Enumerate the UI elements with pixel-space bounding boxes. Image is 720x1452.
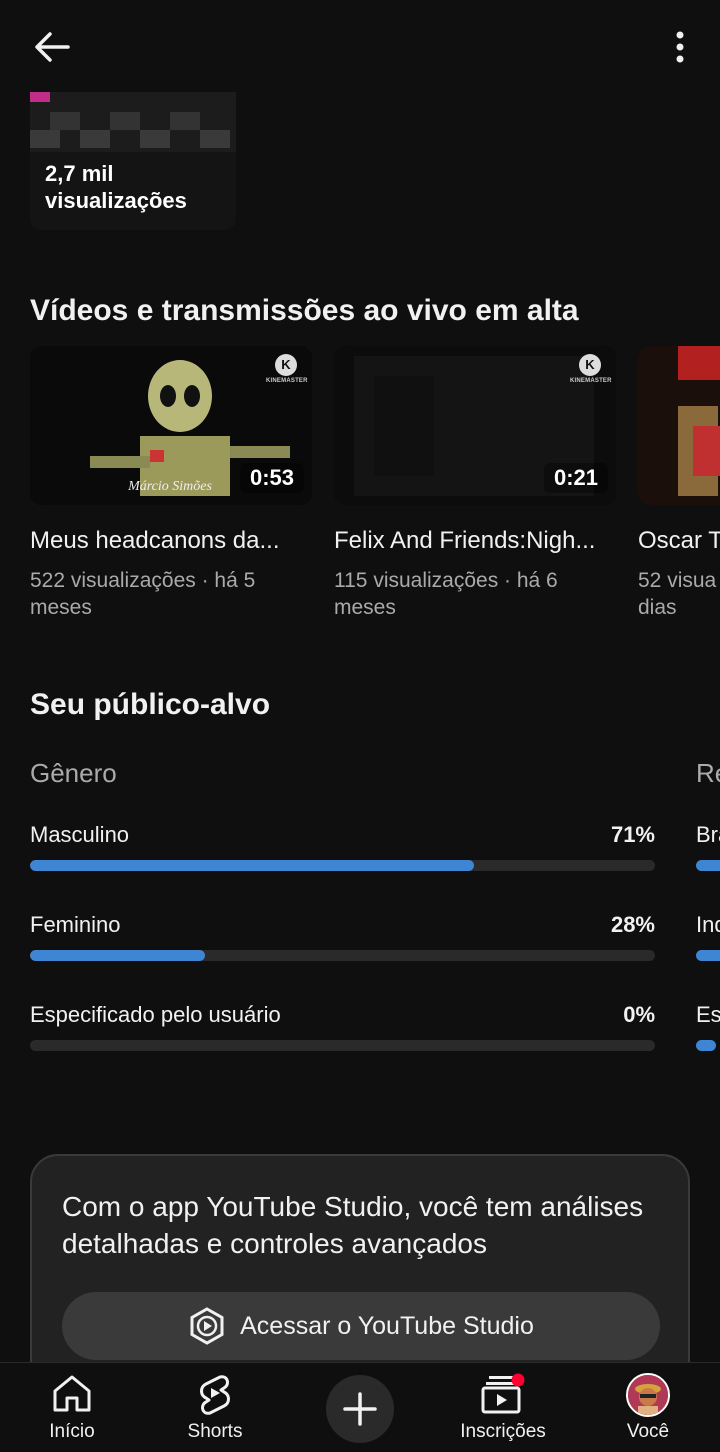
home-icon: [53, 1375, 91, 1412]
gender-row-label: Feminino: [30, 912, 121, 937]
audience-section-title: Seu público-alvo: [30, 688, 271, 721]
video-card[interactable]: Oscar T 52 visua dias: [638, 346, 720, 621]
region-bar: [696, 860, 720, 871]
video-duration: 0:53: [239, 463, 304, 493]
gender-bar: [30, 860, 655, 871]
profile-avatar-image: [628, 1375, 668, 1415]
plus-icon: [343, 1392, 377, 1426]
open-youtube-studio-label: Acessar o YouTube Studio: [240, 1311, 534, 1340]
video-title[interactable]: Meus headcanons da...: [30, 527, 312, 555]
video-card[interactable]: Márcio Simões K KINEMASTER 0:53 Meus hea…: [30, 346, 312, 621]
bottom-navigation: Início Shorts Inscrições Você: [0, 1362, 720, 1452]
gender-bar: [30, 1040, 655, 1051]
thumbnail-image: [638, 346, 720, 505]
nav-subscriptions[interactable]: Inscrições: [448, 1363, 558, 1452]
region-row-label: Es: [696, 1002, 720, 1027]
create-button[interactable]: [326, 1375, 394, 1443]
trending-section-title: Vídeos e transmissões ao vivo em alta: [30, 294, 579, 327]
region-bar: [696, 950, 720, 961]
region-row-label: Ind: [696, 912, 720, 937]
video-meta: 522 visualizações · há 5 meses: [30, 569, 256, 619]
studio-promo-text: Com o app YouTube Studio, você tem análi…: [62, 1191, 644, 1259]
more-options-button[interactable]: [662, 26, 698, 68]
avatar: [626, 1373, 670, 1417]
previous-video-card[interactable]: 2,7 mil visualizações: [30, 92, 236, 230]
nav-subscriptions-label: Inscrições: [460, 1421, 546, 1442]
thumbnail-image: [30, 92, 236, 152]
gender-bar: [30, 950, 655, 961]
top-bar: [0, 0, 720, 92]
youtube-studio-icon: [190, 1307, 224, 1345]
thumbnail-caption: Márcio Simões: [127, 479, 212, 494]
kinemaster-logo: K KINEMASTER: [266, 354, 307, 384]
gender-heading: Gênero: [30, 758, 117, 788]
nav-home[interactable]: Início: [17, 1363, 127, 1452]
notification-dot-icon: [511, 1373, 525, 1387]
video-meta: 52 visua dias: [638, 569, 717, 619]
region-heading: Re: [696, 758, 720, 788]
kinemaster-logo: K KINEMASTER: [570, 354, 611, 384]
nav-you-label: Você: [626, 1421, 670, 1442]
video-title[interactable]: Felix And Friends:Nigh...: [334, 527, 616, 555]
back-button[interactable]: [28, 26, 76, 68]
nav-shorts-label: Shorts: [187, 1421, 243, 1442]
nav-shorts[interactable]: Shorts: [160, 1363, 270, 1452]
gender-row-label: Especificado pelo usuário: [30, 1002, 281, 1027]
gender-row-value: 28%: [610, 912, 655, 937]
video-meta: 115 visualizações · há 6 meses: [334, 569, 558, 619]
video-thumbnail[interactable]: Márcio Simões K KINEMASTER 0:53: [30, 346, 312, 505]
subscriptions-icon: [481, 1373, 525, 1414]
gender-row-value: 0%: [623, 1002, 655, 1027]
region-bar: [696, 1040, 716, 1051]
gender-row-label: Masculino: [30, 822, 130, 847]
open-youtube-studio-button[interactable]: Acessar o YouTube Studio: [62, 1292, 660, 1360]
nav-home-label: Início: [49, 1421, 95, 1442]
video-thumbnail[interactable]: K KINEMASTER 0:21: [334, 346, 616, 505]
shorts-icon: [200, 1375, 230, 1415]
nav-you[interactable]: Você: [593, 1363, 703, 1452]
more-vertical-icon: [676, 31, 684, 63]
region-row-label: Bra: [696, 822, 720, 847]
video-title[interactable]: Oscar T: [638, 527, 720, 555]
arrow-left-icon: [35, 32, 70, 62]
view-count: 2,7 mil visualizações: [45, 161, 187, 213]
gender-row-value: 71%: [610, 822, 655, 847]
video-thumbnail[interactable]: [638, 346, 720, 505]
video-card[interactable]: K KINEMASTER 0:21 Felix And Friends:Nigh…: [334, 346, 616, 621]
video-duration: 0:21: [543, 463, 608, 493]
